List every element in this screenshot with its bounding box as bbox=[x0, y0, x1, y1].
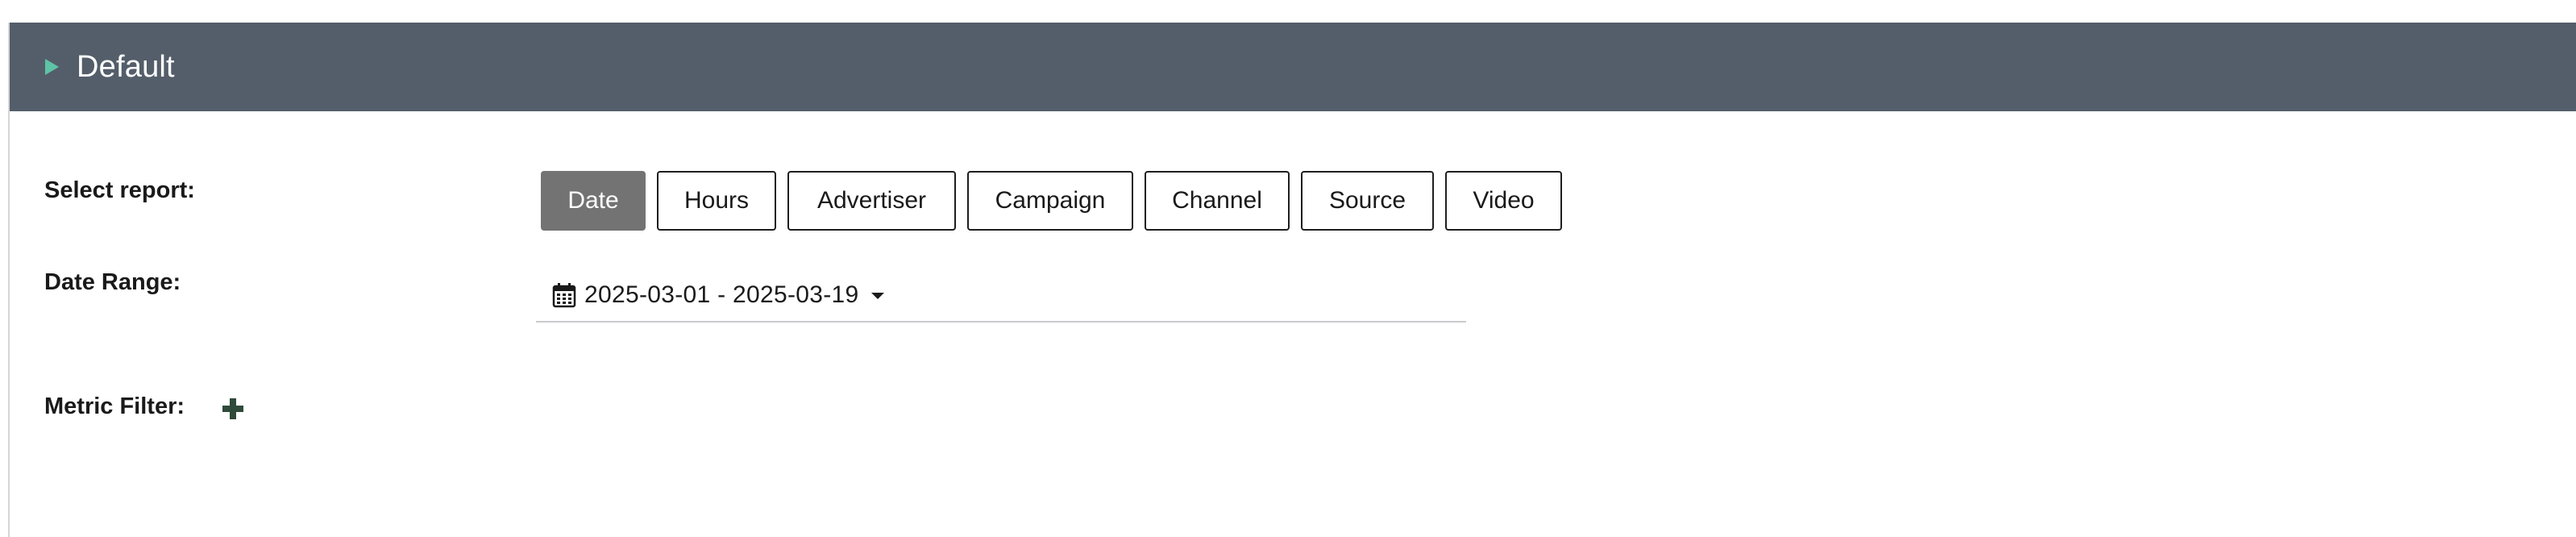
report-button-channel[interactable]: Channel bbox=[1145, 171, 1290, 231]
date-range-label: Date Range: bbox=[44, 269, 181, 295]
select-report-label: Select report: bbox=[44, 177, 195, 203]
report-button-hours[interactable]: Hours bbox=[657, 171, 776, 231]
metric-filter-label: Metric Filter: bbox=[44, 393, 185, 419]
date-range-picker[interactable]: 2025-03-01 - 2025-03-19 bbox=[536, 269, 1466, 323]
calendar-icon bbox=[552, 282, 576, 308]
date-range-value: 2025-03-01 - 2025-03-19 bbox=[584, 281, 859, 308]
panel-header[interactable]: Default bbox=[10, 23, 2576, 111]
panel-title: Default bbox=[77, 49, 175, 84]
report-button-advertiser[interactable]: Advertiser bbox=[787, 171, 956, 231]
plus-icon[interactable] bbox=[219, 395, 247, 423]
caret-down-icon bbox=[871, 293, 885, 299]
report-button-group: Date Hours Advertiser Campaign Channel S… bbox=[541, 171, 1562, 231]
report-button-date[interactable]: Date bbox=[541, 171, 646, 231]
report-button-campaign[interactable]: Campaign bbox=[967, 171, 1133, 231]
triangle-right-icon[interactable] bbox=[45, 59, 59, 75]
report-button-source[interactable]: Source bbox=[1301, 171, 1434, 231]
report-button-video[interactable]: Video bbox=[1445, 171, 1562, 231]
